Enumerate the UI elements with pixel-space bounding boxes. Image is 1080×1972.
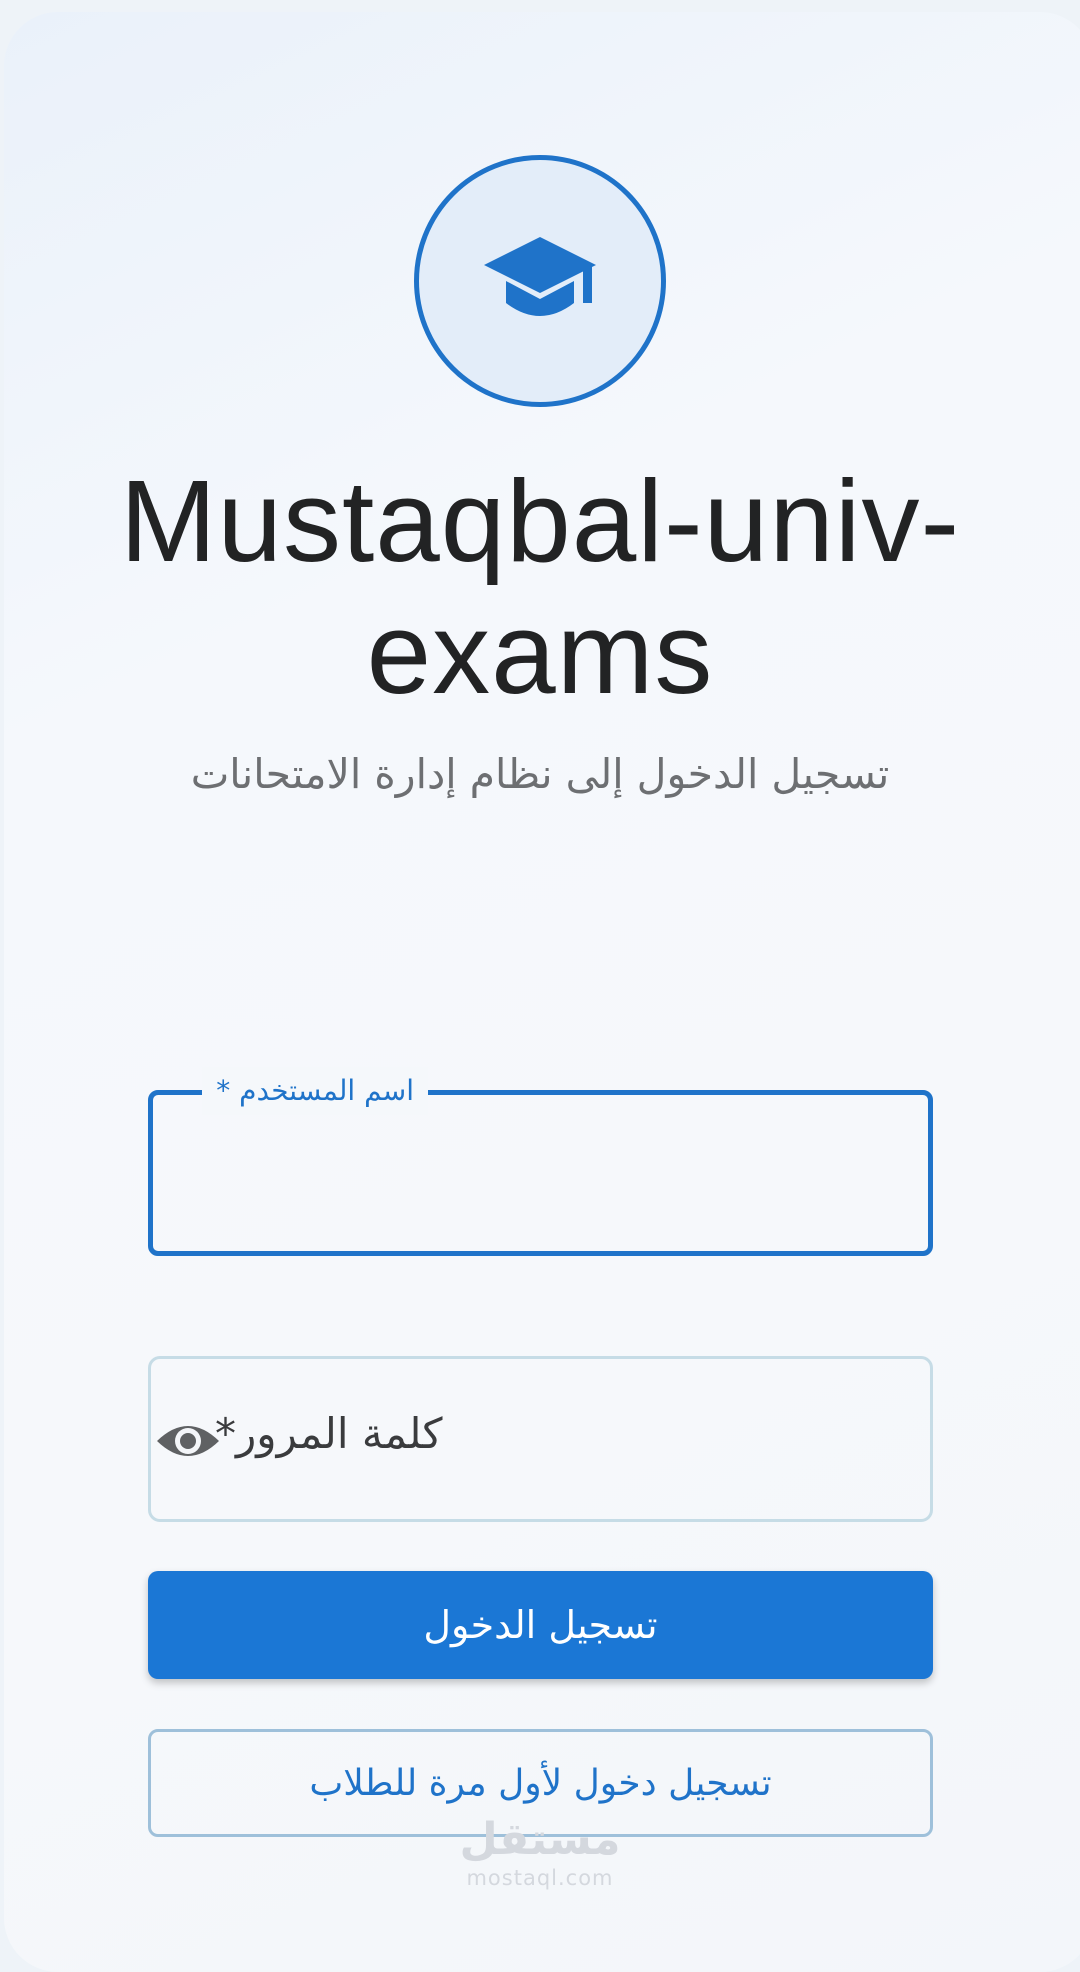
- eye-icon[interactable]: [155, 1413, 221, 1469]
- app-title: Mustaqbal-univ-exams: [119, 456, 961, 718]
- watermark: مستقل mostaql.com: [0, 1815, 1080, 1891]
- username-input[interactable]: [153, 1095, 928, 1251]
- logo-badge: [414, 155, 666, 407]
- watermark-url: mostaql.com: [466, 1866, 614, 1890]
- graduation-cap-icon: [484, 237, 596, 316]
- login-button[interactable]: تسجيل الدخول: [148, 1571, 933, 1679]
- password-label: كلمة المرور*: [215, 1409, 443, 1458]
- watermark-arabic: مستقل: [459, 1814, 621, 1865]
- username-field[interactable]: اسم المستخدم *: [148, 1067, 933, 1256]
- password-field[interactable]: كلمة المرور*: [148, 1356, 933, 1522]
- username-label: اسم المستخدم *: [202, 1067, 428, 1115]
- page-subtitle: تسجيل الدخول إلى نظام إدارة الامتحانات: [190, 750, 890, 798]
